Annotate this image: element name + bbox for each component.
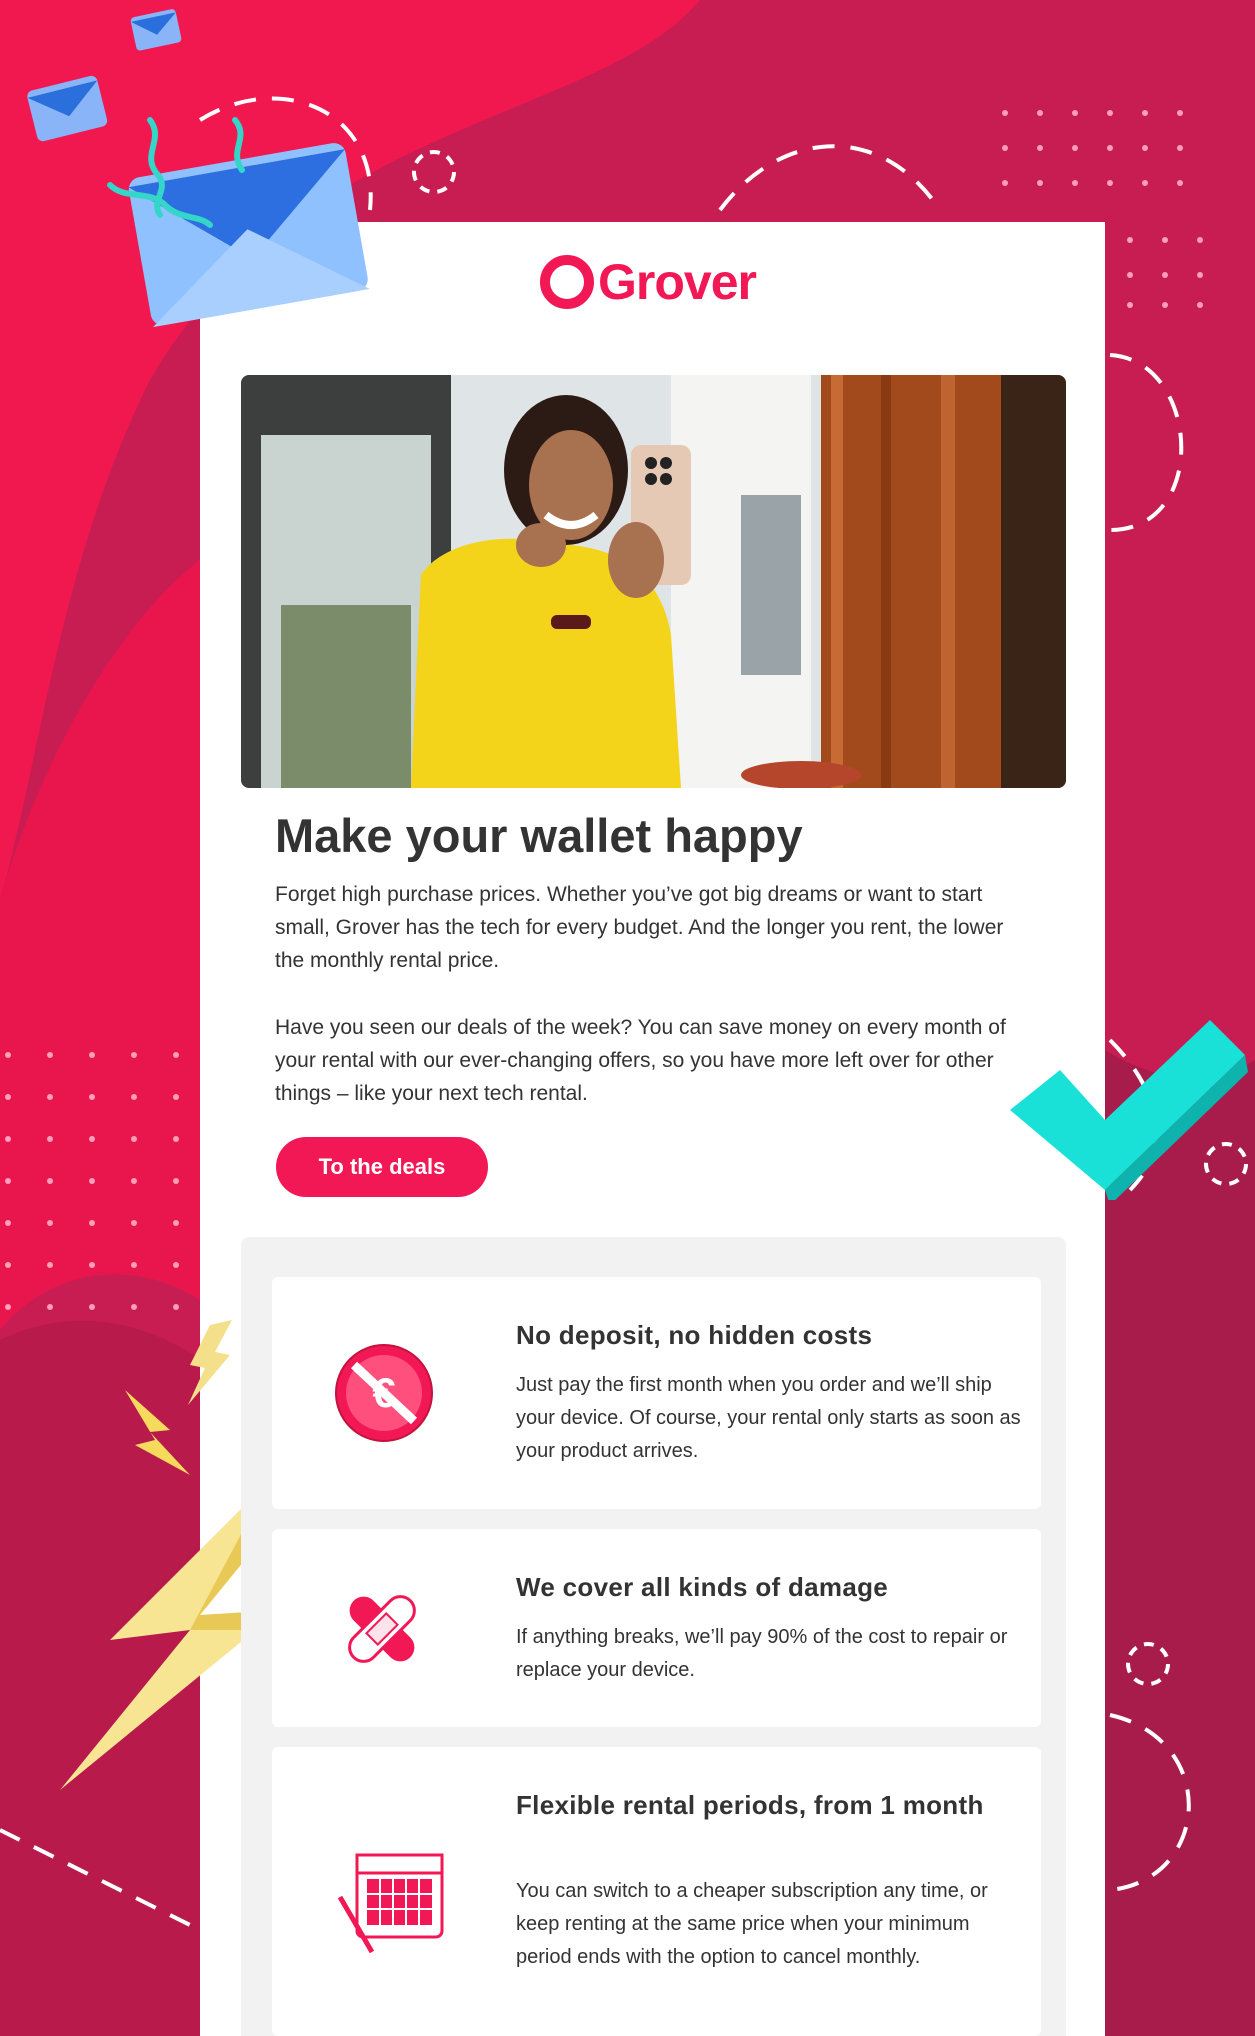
feature-description: You can switch to a cheaper subscription… <box>516 1880 988 1968</box>
grover-logo[interactable]: Grover <box>540 253 757 311</box>
feature-description: Just pay the first month when you order … <box>516 1374 1021 1462</box>
body-paragraph-1: Forget high purchase prices. Whether you… <box>275 883 1004 972</box>
page-title: Make your wallet happy <box>275 809 803 862</box>
logo-text: Grover <box>598 254 757 310</box>
feature-description: If anything breaks, we’ll pay 90% of the… <box>516 1626 1008 1681</box>
hero-illustration <box>241 375 1066 788</box>
to-the-deals-button[interactable]: To the deals <box>276 1137 488 1197</box>
no-euro-icon: € <box>335 1344 433 1442</box>
body-paragraph-2: Have you seen our deals of the week? You… <box>275 1016 1006 1105</box>
feature-title: We cover all kinds of damage <box>516 1572 889 1602</box>
feature-card-no-deposit: € No deposit, no hidden costs Just pay t… <box>272 1277 1041 1509</box>
logo-mark-icon <box>540 255 594 309</box>
hero-image <box>241 375 1066 788</box>
checkmark-icon <box>1010 1020 1248 1200</box>
feature-card-damage: We cover all kinds of damage If anything… <box>272 1529 1041 1727</box>
bandage-icon <box>348 1595 416 1663</box>
feature-title: No deposit, no hidden costs <box>516 1320 873 1350</box>
feature-title: Flexible rental periods, from 1 month <box>516 1790 984 1820</box>
calendar-icon <box>337 1853 444 1954</box>
envelope-icon <box>27 9 370 328</box>
feature-card-flexible: Flexible rental periods, from 1 month Yo… <box>272 1747 1041 2036</box>
